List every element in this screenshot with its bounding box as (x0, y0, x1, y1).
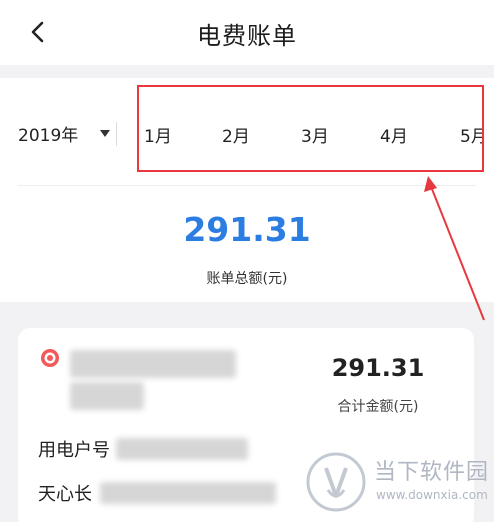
account-number-label: 用电户号 (38, 440, 110, 461)
month-tab-4[interactable]: 4月 (380, 122, 408, 147)
target-icon (41, 349, 59, 367)
year-dropdown[interactable]: 2019年 (18, 118, 111, 148)
watermark-text: 当下软件园 (374, 460, 490, 485)
bill-summary: 291.31 账单总额(元) (0, 188, 494, 302)
redacted-address (100, 482, 276, 504)
month-tab-2[interactable]: 2月 (222, 122, 250, 147)
divider (18, 185, 476, 186)
month-tabs: 1月 2月 3月 4月 5月 (140, 118, 484, 148)
page-title: 电费账单 (197, 22, 297, 50)
watermark-url: www.downxia.com (376, 488, 488, 502)
address-label: 天心长 (38, 484, 92, 505)
total-amount-label: 账单总额(元) (206, 271, 288, 287)
month-tab-3[interactable]: 3月 (301, 122, 329, 147)
watermark-logo-icon (306, 452, 366, 512)
redacted-account-number (116, 438, 248, 460)
total-amount: 291.31 (183, 210, 311, 249)
card-total-label: 合计金额(元) (337, 399, 419, 415)
watermark: 当下软件园 www.downxia.com (304, 446, 494, 522)
divider (116, 122, 117, 146)
month-tab-5[interactable]: 5月 (460, 122, 484, 147)
redacted-account-name (70, 382, 144, 410)
period-selector: 2019年 1月 2月 3月 4月 5月 (0, 78, 494, 188)
month-tab-1[interactable]: 1月 (144, 122, 172, 147)
redacted-account-name (70, 350, 236, 378)
caret-down-icon (100, 129, 111, 137)
card-total-amount: 291.31 (331, 354, 425, 382)
year-label: 2019年 (18, 125, 79, 146)
top-nav-bar: 电费账单 (0, 0, 494, 65)
